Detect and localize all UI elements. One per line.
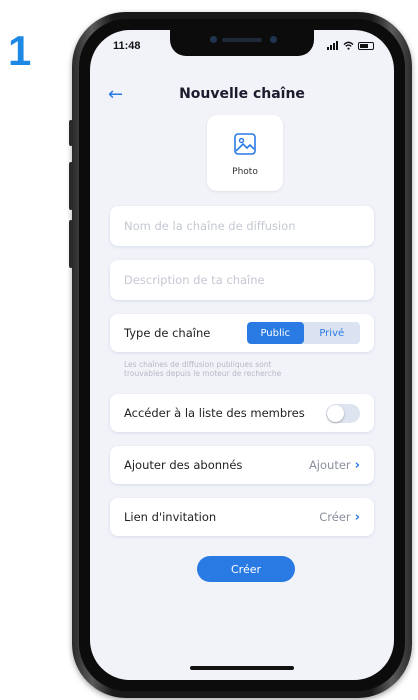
add-subscribers-label: Ajouter des abonnés xyxy=(124,458,243,472)
members-access-label: Accéder à la liste des membres xyxy=(124,406,305,420)
members-access-row: Accéder à la liste des membres xyxy=(110,394,374,432)
toggle-knob xyxy=(327,404,344,422)
home-indicator xyxy=(190,666,294,670)
hint-line-2: trouvables depuis le moteur de recherche xyxy=(124,369,282,378)
chevron-right-icon: › xyxy=(354,509,360,525)
status-icons xyxy=(327,41,374,50)
signal-icon xyxy=(327,41,339,50)
photo-label: Photo xyxy=(232,167,258,177)
battery-icon xyxy=(358,41,374,50)
volume-up-button xyxy=(69,162,73,210)
add-subscribers-action-label: Ajouter xyxy=(308,458,351,472)
header: ← Nouvelle chaîne xyxy=(90,82,394,112)
image-icon xyxy=(234,133,256,155)
page-title: Nouvelle chaîne xyxy=(179,86,305,102)
notch xyxy=(170,30,314,56)
step-number: 1 xyxy=(8,27,32,74)
status-time: 11:48 xyxy=(113,40,141,52)
speaker xyxy=(222,38,262,42)
channel-description-input[interactable] xyxy=(110,260,374,300)
phone-frame: 11:48 ← Nouvelle chaîne Photo Nom de la … xyxy=(69,12,412,698)
invite-link-row[interactable]: Lien d'invitation Créer › xyxy=(110,498,374,536)
create-invite-link-button[interactable]: Créer › xyxy=(319,510,360,525)
channel-name-input[interactable] xyxy=(110,206,374,246)
create-invite-link-action-label: Créer xyxy=(319,510,351,524)
invite-link-label: Lien d'invitation xyxy=(124,510,217,524)
channel-type-hint: Les chaînes de diffusion publiques sont … xyxy=(124,360,364,378)
hint-line-1: Les chaînes de diffusion publiques sont xyxy=(124,360,272,369)
camera-dot xyxy=(270,36,277,43)
channel-type-segmented-control: Public Privé xyxy=(247,322,360,344)
volume-down-button xyxy=(69,220,73,268)
chevron-right-icon: › xyxy=(354,457,360,473)
add-subscribers-button[interactable]: Ajouter › xyxy=(309,458,360,473)
add-subscribers-row[interactable]: Ajouter des abonnés Ajouter › xyxy=(110,446,374,484)
create-channel-button[interactable]: Créer xyxy=(197,556,295,582)
channel-type-public-option[interactable]: Public xyxy=(247,322,304,344)
add-photo-button[interactable]: Photo xyxy=(207,115,283,191)
wifi-icon xyxy=(343,41,354,50)
channel-type-row: Type de chaîne Public Privé xyxy=(110,314,374,352)
channel-type-private-option[interactable]: Privé xyxy=(304,322,361,344)
sensor-dot xyxy=(210,36,217,43)
mute-switch xyxy=(69,120,73,146)
members-access-toggle[interactable] xyxy=(326,403,360,423)
app-screen: 11:48 ← Nouvelle chaîne Photo Nom de la … xyxy=(90,30,394,680)
channel-type-label: Type de chaîne xyxy=(124,326,211,340)
